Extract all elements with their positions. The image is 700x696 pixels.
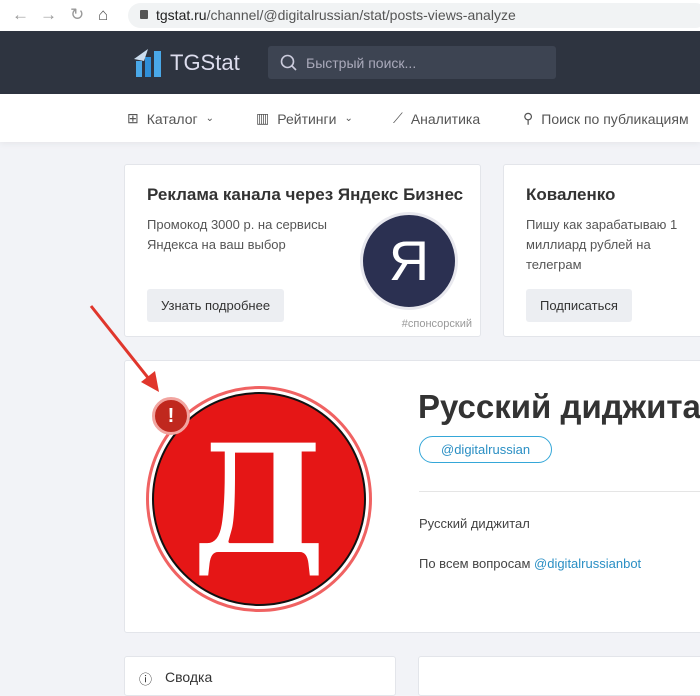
learn-more-button[interactable]: Узнать подробнее	[147, 289, 285, 322]
nav-label: Поиск по публикациям	[541, 110, 689, 127]
ad-description: Промокод 3000 р. на сервисы Яндекса на в…	[147, 217, 327, 252]
grid-icon: ⊞	[127, 110, 139, 126]
back-icon[interactable]: ←	[12, 5, 29, 25]
ad-card-kovalenko: Коваленко Пишу как зарабатываю 1 миллиар…	[503, 164, 700, 337]
warning-icon[interactable]: !	[152, 397, 190, 435]
top-bar: TGStat Быстрый поиск...	[0, 31, 700, 94]
home-icon[interactable]: ⌂	[98, 5, 108, 25]
nav-analytics[interactable]: ⟋ Аналитика	[393, 110, 480, 127]
logo[interactable]: TGStat	[134, 49, 240, 77]
nav-label: Аналитика	[410, 110, 481, 127]
tgstat-logo-icon	[134, 49, 161, 77]
annotation-arrow-icon	[89, 305, 159, 392]
lock-icon	[140, 10, 148, 19]
yandex-logo: Я	[360, 212, 458, 310]
nav-label: Рейтинги	[277, 110, 337, 127]
chevron-down-icon: ⌄	[205, 113, 215, 124]
ad-title: Коваленко	[526, 185, 616, 204]
divider	[419, 491, 700, 492]
nav-catalog[interactable]: ⊞ Каталог ⌄	[127, 110, 214, 127]
nav-post-search[interactable]: ⚲ Поиск по публикациям	[523, 110, 689, 127]
search-placeholder: Быстрый поиск...	[306, 55, 417, 71]
logo-text: TGStat	[170, 50, 240, 75]
stats-card	[418, 656, 700, 696]
ad-description: Пишу как зарабатываю 1 миллиард рублей н…	[526, 217, 678, 272]
address-bar[interactable]: tgstat.ru/channel/@digitalrussian/stat/p…	[128, 3, 700, 28]
url-domain: tgstat.ru	[156, 7, 207, 23]
channel-contact: По всем вопросам @digitalrussianbot	[419, 556, 641, 571]
url-path: /channel/@digitalrussian/stat/posts-view…	[206, 7, 516, 23]
search-icon	[280, 54, 297, 71]
search-posts-icon: ⚲	[523, 110, 534, 126]
ad-card-yandex: Реклама канала через Яндекс Бизнес Промо…	[124, 164, 481, 337]
main-nav: ⊞ Каталог ⌄ ▥ Рейтинги ⌄ ⟋ Аналитика ⚲ Поиск п…	[0, 94, 700, 142]
chevron-down-icon: ⌄	[344, 113, 353, 124]
channel-title: Русский диджитал	[418, 388, 700, 425]
ad-title: Реклама канала через Яндекс Бизнес	[147, 185, 464, 204]
subscribe-button[interactable]: Подписаться	[526, 289, 632, 322]
ratings-icon: ▥	[256, 110, 270, 126]
nav-label: Каталог	[146, 110, 198, 127]
search-input[interactable]: Быстрый поиск...	[268, 46, 556, 79]
summary-card: ⓘ Сводка	[124, 656, 396, 696]
contact-prefix: По всем вопросам	[419, 556, 531, 571]
browser-toolbar: ← → ↻ ⌂ tgstat.ru/channel/@digitalrussia…	[0, 0, 700, 31]
chart-line-icon: ⟋	[393, 110, 403, 126]
info-icon: ⓘ	[139, 672, 153, 687]
reload-icon[interactable]: ↻	[70, 5, 84, 25]
channel-description: Русский диджитал	[419, 516, 530, 531]
forward-icon[interactable]: →	[40, 5, 57, 25]
nav-ratings[interactable]: ▥ Рейтинги ⌄	[256, 110, 353, 127]
channel-handle-link[interactable]: @digitalrussian	[419, 436, 553, 463]
contact-bot-link[interactable]: @digitalrussianbot	[534, 556, 641, 571]
summary-title: Сводка	[165, 669, 213, 685]
sponsored-label: #спонсорский	[401, 318, 472, 330]
